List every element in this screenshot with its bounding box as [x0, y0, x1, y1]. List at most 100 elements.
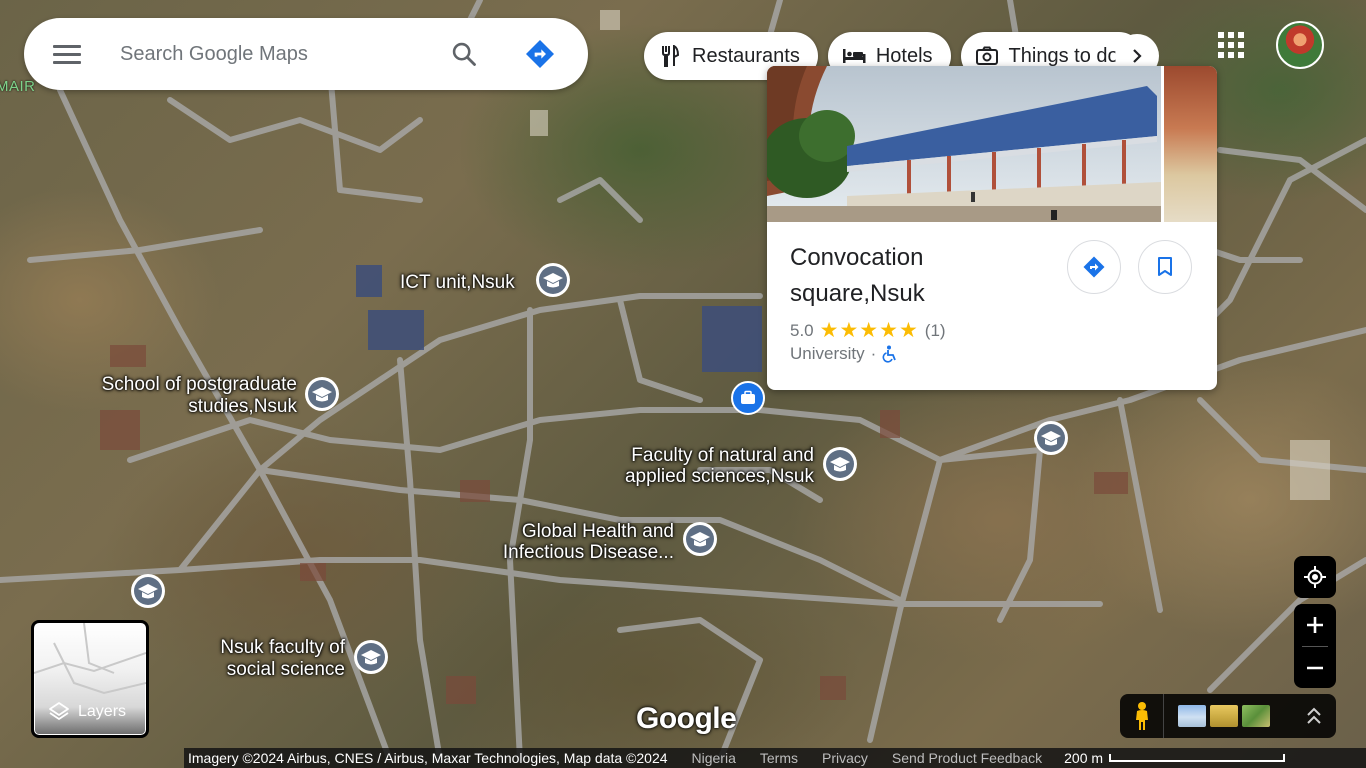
graduation-cap-icon: [1034, 421, 1068, 455]
briefcase-icon: [741, 390, 755, 404]
my-location-button[interactable]: [1294, 556, 1336, 598]
place-photo-image: [767, 66, 1161, 222]
place-card[interactable]: Convocation square,Nsuk 5.0 ★★★★★ (1) Un…: [767, 66, 1217, 390]
hamburger-icon-line: [53, 60, 81, 64]
search-box: [24, 18, 588, 90]
place-rating[interactable]: 5.0 ★★★★★ (1): [790, 318, 946, 343]
place-label-global-line2[interactable]: Infectious Disease...: [478, 542, 674, 563]
university-pin-social-science[interactable]: [353, 639, 389, 679]
university-pin-ict-unit[interactable]: [535, 262, 571, 302]
graduation-cap-icon: [536, 263, 570, 297]
pegman-icon: [1135, 702, 1148, 730]
apps-grid-dot: [1218, 52, 1224, 58]
terms-link[interactable]: Terms: [760, 750, 798, 766]
minus-icon: [1307, 666, 1323, 670]
zoom-in-button[interactable]: [1294, 604, 1336, 646]
place-save-button[interactable]: [1138, 240, 1192, 294]
place-label-postgrad-line1[interactable]: School of postgraduate: [77, 374, 297, 395]
layers-icon: [49, 702, 69, 720]
map-type-thumb-satellite[interactable]: [1210, 705, 1238, 727]
fork-knife-icon: [658, 44, 682, 68]
layers-button[interactable]: Layers: [31, 620, 149, 738]
map-type-thumbnails: [1178, 705, 1270, 727]
scale-bar: [1109, 754, 1286, 762]
double-chevron-up-icon: [1307, 707, 1321, 724]
directions-button[interactable]: [518, 32, 562, 76]
zoom-out-button[interactable]: [1294, 647, 1336, 688]
graduation-cap-icon: [683, 522, 717, 556]
place-label-natural-line2[interactable]: applied sciences,Nsuk: [604, 466, 814, 487]
graduation-cap-icon: [131, 574, 165, 608]
chip-things-to-do-label: Things to do: [1008, 44, 1119, 67]
directions-icon: [1083, 256, 1105, 278]
university-pin-postgrad[interactable]: [304, 376, 340, 416]
country-link[interactable]: Nigeria: [692, 750, 736, 766]
category-separator: ·: [870, 344, 877, 363]
graduation-cap-icon: [305, 377, 339, 411]
place-category: University: [790, 344, 865, 363]
layers-label-row: Layers: [48, 701, 126, 723]
place-label-ict-unit[interactable]: ICT unit,Nsuk: [400, 272, 515, 293]
scale-label: 200 m: [1064, 750, 1104, 766]
place-label-social-line2[interactable]: social science: [180, 659, 345, 680]
plus-icon: [1307, 617, 1323, 633]
bottom-right-panel: [1120, 694, 1336, 738]
apps-grid-dot: [1228, 52, 1234, 58]
apps-grid-dot: [1218, 42, 1224, 48]
place-label-postgrad-line2[interactable]: studies,Nsuk: [77, 396, 297, 417]
layers-label: Layers: [78, 703, 127, 720]
bed-icon: [842, 44, 866, 68]
map-type-thumb-default[interactable]: [1242, 705, 1270, 727]
my-location-icon: [1304, 566, 1326, 588]
apps-grid-dot: [1238, 42, 1244, 48]
graduation-cap-icon: [823, 447, 857, 481]
street-view-pegman[interactable]: [1120, 694, 1164, 738]
chip-restaurants-label: Restaurants: [692, 44, 800, 67]
apps-grid-dot: [1238, 52, 1244, 58]
camera-icon: [975, 44, 999, 68]
zoom-controls: [1294, 604, 1336, 688]
hamburger-icon: [53, 44, 81, 48]
google-apps-button[interactable]: [1214, 28, 1248, 62]
apps-grid-dot: [1238, 32, 1244, 38]
apps-grid-dot: [1228, 42, 1234, 48]
map-edge-label: MAIR: [0, 78, 36, 95]
search-input[interactable]: [120, 42, 438, 66]
apps-grid-icon: [1218, 32, 1224, 38]
university-pin-global-health[interactable]: [682, 521, 718, 561]
wheelchair-icon: [882, 345, 897, 363]
expand-panel-button[interactable]: [1304, 704, 1324, 728]
university-pin-unlabeled[interactable]: [1033, 420, 1069, 460]
map-type-thumb-terrain[interactable]: [1178, 705, 1206, 727]
place-photo-secondary[interactable]: [1164, 66, 1217, 222]
place-label-global-line1[interactable]: Global Health and: [478, 521, 674, 542]
attribution-bar: Imagery ©2024 Airbus, CNES / Airbus, Max…: [184, 748, 1366, 768]
bookmark-icon: [1158, 257, 1172, 276]
search-button[interactable]: [442, 32, 486, 76]
chevron-right-icon: [1133, 49, 1142, 63]
university-pin-unlabeled[interactable]: [130, 573, 166, 613]
scale-indicator[interactable]: 200 m: [1064, 750, 1286, 766]
place-label-natural-line1[interactable]: Faculty of natural and: [604, 445, 814, 466]
selected-place-pin[interactable]: [731, 381, 765, 415]
google-logo: Google: [636, 702, 737, 735]
place-label-social-line1[interactable]: Nsuk faculty of: [180, 637, 345, 658]
directions-icon: [526, 40, 554, 68]
place-photo[interactable]: [767, 66, 1161, 222]
university-pin-natural-sciences[interactable]: [822, 446, 858, 486]
apps-grid-dot: [1228, 32, 1234, 38]
rating-stars: ★★★★★: [819, 319, 919, 342]
account-avatar[interactable]: [1276, 21, 1324, 69]
review-count[interactable]: (1): [925, 321, 946, 341]
place-directions-button[interactable]: [1067, 240, 1121, 294]
place-category-row: University ·: [790, 344, 898, 364]
graduation-cap-icon: [354, 640, 388, 674]
chip-hotels-label: Hotels: [875, 44, 933, 67]
imagery-copyright: Imagery ©2024 Airbus, CNES / Airbus, Max…: [188, 750, 668, 766]
menu-button[interactable]: [44, 31, 90, 77]
rating-value: 5.0: [790, 320, 814, 340]
send-feedback-link[interactable]: Send Product Feedback: [892, 750, 1042, 766]
privacy-link[interactable]: Privacy: [822, 750, 868, 766]
place-title: Convocation square,Nsuk: [790, 244, 925, 307]
search-icon: [452, 42, 476, 66]
